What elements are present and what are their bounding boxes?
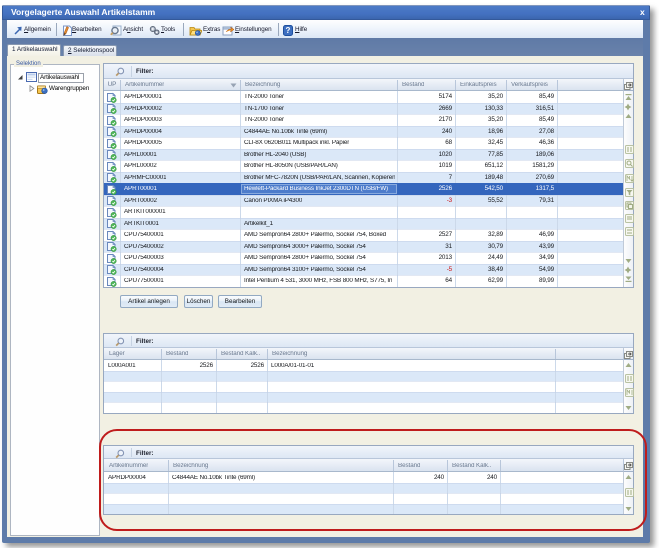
svg-text:?: ? — [286, 26, 291, 35]
